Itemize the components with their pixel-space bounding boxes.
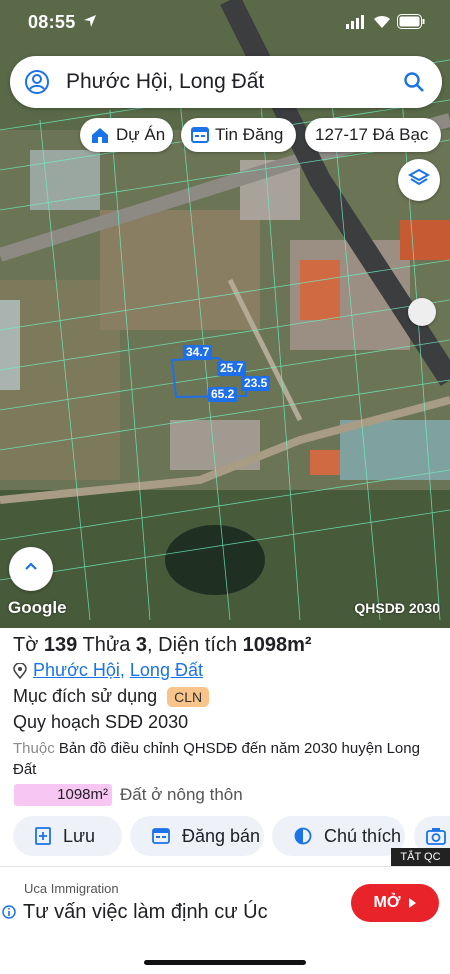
expand-up-button[interactable]	[9, 547, 53, 591]
status-bar: 08:55	[0, 0, 450, 46]
plan-source: Thuộc Bản đồ điều chỉnh QHSDĐ đến năm 20…	[13, 738, 433, 780]
action-row: Lưu Đăng bán Chú thích	[0, 816, 450, 858]
ad-cta-label: MỞ	[373, 894, 401, 911]
map-pin-icon	[13, 662, 27, 679]
chip-label: 127-17 Đá Bạc	[315, 125, 429, 144]
post-sale-icon	[152, 828, 170, 844]
district-link[interactable]: Long Đất	[130, 660, 203, 681]
app-screen: 34.7 25.7 23.5 65.2 Google QHSDĐ 2030 08…	[0, 0, 450, 974]
house-icon	[90, 126, 110, 144]
chip-tin-dang[interactable]: Tin Đăng	[181, 118, 296, 152]
land-type-label: Đất ở nông thôn	[120, 785, 243, 804]
legend-button[interactable]: Chú thích	[272, 816, 405, 856]
battery-icon	[397, 14, 425, 34]
map-layer-label: QHSDĐ 2030	[354, 600, 440, 616]
ad-brand: Uca Immigration	[24, 881, 119, 896]
search-icon[interactable]	[402, 70, 426, 99]
plan-heading: Quy hoạch SDĐ 2030	[13, 712, 189, 732]
parcel-address: Phước Hội, Long Đất	[13, 660, 203, 681]
parcel-info-sheet: Tờ 139 Thửa 3, Diện tích 1098m² Phước Hộ…	[0, 628, 450, 866]
belongs-text: Bản đồ điều chỉnh QHSDĐ đến năm 2030 huy…	[13, 740, 420, 778]
sheet-number: 139	[43, 634, 78, 656]
legend-icon	[294, 827, 312, 845]
save-label: Lưu	[63, 825, 96, 846]
ad-banner[interactable]: Uca Immigration Tư vấn việc làm định cư …	[0, 866, 450, 936]
chip-label: Dự Án	[116, 125, 166, 144]
listing-icon	[191, 127, 209, 143]
dimension-label: 23.5	[241, 376, 271, 391]
plot-prefix: Thửa	[82, 634, 131, 656]
plot-number: 3	[135, 634, 148, 656]
chip-label: Tin Đăng	[215, 125, 284, 144]
chevron-up-icon	[22, 558, 40, 581]
area-value: 1098m²	[242, 634, 312, 656]
ward-link[interactable]: Phước Hội	[33, 660, 120, 681]
ad-headline[interactable]: Tư vấn việc làm định cư Úc	[23, 901, 268, 924]
belongs-prefix: Thuộc	[13, 740, 55, 757]
land-use-badge: CLN	[167, 686, 210, 707]
search-query[interactable]: Phước Hội, Long Đất	[66, 70, 264, 94]
chevron-right-icon	[408, 898, 417, 908]
ad-open-button[interactable]: MỞ	[351, 884, 439, 922]
sheet-prefix: Tờ	[13, 634, 39, 656]
legend-label: Chú thích	[324, 825, 402, 846]
home-indicator[interactable]	[144, 960, 306, 965]
dimension-label: 65.2	[208, 387, 238, 402]
wifi-icon	[372, 14, 392, 34]
chip-place[interactable]: 127-17 Đá Bạc	[305, 118, 441, 152]
parcel-title: Tờ 139 Thửa 3, Diện tích 1098m²	[13, 634, 312, 657]
post-sale-button[interactable]: Đăng bán	[130, 816, 264, 856]
chip-du-an[interactable]: Dự Án	[80, 118, 173, 152]
land-use-purpose: Mục đích sử dụng CLN	[13, 686, 210, 707]
area-bar: 1098m²	[14, 784, 112, 806]
layers-button[interactable]	[398, 159, 440, 201]
signal-icon	[346, 15, 366, 34]
location-arrow-icon	[83, 14, 97, 33]
map-control-dot[interactable]	[408, 298, 436, 326]
info-icon[interactable]	[2, 905, 16, 924]
post-sale-label: Đăng bán	[182, 825, 261, 846]
status-time: 08:55	[28, 12, 76, 32]
save-icon	[35, 827, 51, 845]
hide-ad-button[interactable]: TẮT QC	[391, 848, 450, 866]
dimension-label: 25.7	[217, 361, 247, 376]
save-button[interactable]: Lưu	[13, 816, 122, 856]
camera-icon	[426, 827, 446, 845]
layers-icon	[407, 167, 431, 194]
search-bar[interactable]: Phước Hội, Long Đất	[10, 56, 442, 108]
user-icon[interactable]	[24, 69, 50, 100]
google-watermark: Google	[8, 598, 67, 617]
dimension-label: 34.7	[183, 345, 213, 360]
purpose-label: Mục đích sử dụng	[13, 686, 158, 706]
area-prefix: , Diện tích	[147, 634, 238, 656]
